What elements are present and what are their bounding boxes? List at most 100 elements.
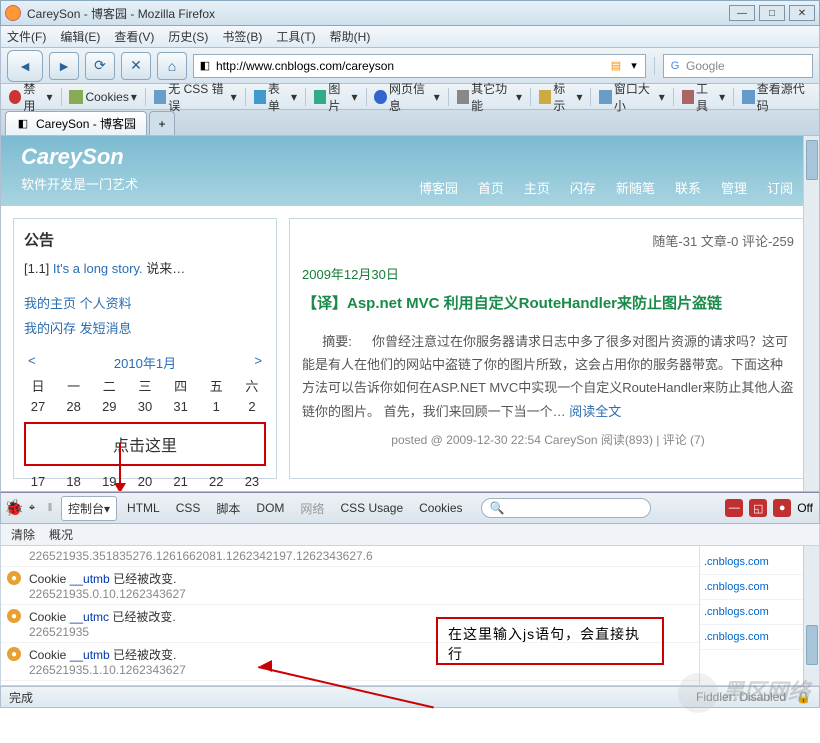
tb-resize[interactable]: 窗口大小▾ <box>595 78 668 116</box>
console-prompt[interactable]: >>> <box>1 681 701 685</box>
tab-html[interactable]: HTML <box>121 498 166 518</box>
tb-disable[interactable]: 禁用▾ <box>5 78 57 116</box>
firebug-toolbar: 🐞 ⌖ ‖ 控制台▾ HTML CSS 脚本 DOM 网络 CSS Usage … <box>0 492 820 524</box>
console-source-panel: .cnblogs.com .cnblogs.com .cnblogs.com .… <box>699 546 803 685</box>
tb-outline[interactable]: 标示▾ <box>535 78 587 116</box>
nav-item[interactable]: 联系 <box>675 178 701 197</box>
nav-item[interactable]: 博客园 <box>419 178 458 197</box>
menu-history[interactable]: 历史(S) <box>168 28 208 45</box>
tb-forms[interactable]: 表单▾ <box>250 78 302 116</box>
fb-clear[interactable]: 清除 <box>11 526 35 543</box>
nav-item[interactable]: 订阅 <box>767 178 793 197</box>
nav-item[interactable]: 主页 <box>524 178 550 197</box>
nav-item[interactable]: 闪存 <box>570 178 596 197</box>
page-icon: ◧ <box>198 59 212 73</box>
tb-cookies[interactable]: Cookies▾ <box>65 88 140 106</box>
url-bar[interactable]: ◧ http://www.cnblogs.com/careyson ▤ ▾ <box>193 54 646 78</box>
close-button[interactable]: ✕ <box>789 5 815 21</box>
console-value: 226521935.0.10.1262343627 <box>29 587 693 601</box>
summary-text: 你曾经注意过在你服务器请求日志中多了很多对图片资源的请求吗？这可能是有人在他们的… <box>302 334 793 419</box>
cal-day: 日 <box>24 376 52 395</box>
minimize-button[interactable]: — <box>729 5 755 21</box>
tb-images[interactable]: 图片▾ <box>310 78 362 116</box>
tb-css[interactable]: 无 CSS 错误▾ <box>150 78 241 116</box>
tab-console[interactable]: 控制台▾ <box>61 496 117 521</box>
announce-link[interactable]: It's a long story. <box>53 261 143 276</box>
announce-tag: [1.1] <box>24 261 49 276</box>
arrow-annotation-2 <box>258 666 434 668</box>
read-more[interactable]: 阅读全文 <box>569 404 621 419</box>
tab-label: CareySon - 博客园 <box>36 115 136 132</box>
fb-popout-button[interactable]: ◱ <box>749 499 767 517</box>
tb-misc[interactable]: 其它功能▾ <box>453 78 526 116</box>
menu-help[interactable]: 帮助(H) <box>330 28 371 45</box>
firebug-subbar: 清除 概况 <box>0 524 820 546</box>
fb-close-button[interactable]: ● <box>773 499 791 517</box>
cal-title: 2010年1月 <box>114 353 176 372</box>
cookie-icon: ● <box>7 571 21 585</box>
cal-day: 一 <box>60 376 88 395</box>
cal-next[interactable]: > <box>254 353 262 372</box>
rss-icon[interactable]: ▤ <box>609 59 623 73</box>
menu-edit[interactable]: 编辑(E) <box>60 28 100 45</box>
sb-msg[interactable]: 发短消息 <box>80 321 132 336</box>
firebug-icon[interactable]: 🐞 <box>7 501 21 515</box>
status-done: 完成 <box>9 689 33 706</box>
post-summary: 摘要:你曾经注意过在你服务器请求日志中多了很多对图片资源的请求吗？这可能是有人在… <box>302 330 794 424</box>
sb-ing[interactable]: 我的闪存 <box>24 321 76 336</box>
maximize-button[interactable]: □ <box>759 5 785 21</box>
source-domain[interactable]: .cnblogs.com <box>700 550 803 575</box>
menu-tools[interactable]: 工具(T) <box>276 28 315 45</box>
tab-add[interactable]: + <box>149 111 175 135</box>
fb-off[interactable]: Off <box>797 501 813 515</box>
menu-view[interactable]: 查看(V) <box>114 28 154 45</box>
source-domain[interactable]: .cnblogs.com <box>700 625 803 650</box>
sb-homepage[interactable]: 我的主页 <box>24 296 76 311</box>
cal-day: 二 <box>95 376 123 395</box>
tab-cookies[interactable]: Cookies <box>413 498 468 518</box>
stop-button[interactable]: ✕ <box>121 52 151 80</box>
tab-css[interactable]: CSS <box>170 498 207 518</box>
reload-button[interactable]: ⟳ <box>85 52 115 80</box>
console-row: 226521935.351835276.1261662081.126234219… <box>1 546 701 567</box>
source-domain[interactable]: .cnblogs.com <box>700 575 803 600</box>
post-title[interactable]: 【译】Asp.net MVC 利用自定义RouteHandler来防止图片盗链 <box>302 293 794 316</box>
firefox-icon <box>5 5 21 21</box>
tb-info[interactable]: 网页信息▾ <box>370 78 443 116</box>
callout-text: 在这里输入js语句，会直接执行 <box>448 626 640 662</box>
sb-profile[interactable]: 个人资料 <box>80 296 132 311</box>
announce-more: 说来… <box>146 261 185 276</box>
callout-text: 点击这里 <box>113 438 177 455</box>
tab-cssusage[interactable]: CSS Usage <box>334 498 409 518</box>
nav-item[interactable]: 首页 <box>478 178 504 197</box>
menu-file[interactable]: 文件(F) <box>7 28 46 45</box>
cal-day: 六 <box>238 376 266 395</box>
cookie-icon: ● <box>7 647 21 661</box>
dropdown-icon[interactable]: ▾ <box>627 59 641 73</box>
page-scrollbar[interactable] <box>803 136 819 491</box>
fb-min-button[interactable]: — <box>725 499 743 517</box>
search-placeholder: Google <box>686 59 725 73</box>
tb-tools[interactable]: 工具▾ <box>678 78 730 116</box>
pause-icon[interactable]: ‖ <box>43 501 57 515</box>
page-favicon: ◧ <box>16 117 30 131</box>
tab-net[interactable]: 网络 <box>294 497 330 520</box>
firebug-search[interactable]: 🔍 <box>481 498 651 518</box>
home-button[interactable]: ⌂ <box>157 52 187 80</box>
cal-prev[interactable]: < <box>28 353 36 372</box>
nav-item[interactable]: 管理 <box>721 178 747 197</box>
tab-active[interactable]: ◧ CareySon - 博客园 <box>5 111 147 135</box>
forward-button[interactable]: ► <box>49 52 79 80</box>
tb-source[interactable]: 查看源代码 <box>738 78 815 116</box>
source-domain[interactable]: .cnblogs.com <box>700 600 803 625</box>
announce-heading: 公告 <box>24 229 266 250</box>
blog-header: CareySon 软件开发是一门艺术 博客园 首页 主页 闪存 新随笔 联系 管… <box>1 136 819 206</box>
tab-dom[interactable]: DOM <box>250 498 290 518</box>
console-scrollbar[interactable] <box>803 546 819 685</box>
search-box[interactable]: G Google <box>663 54 813 78</box>
menu-bookmarks[interactable]: 书签(B) <box>222 28 262 45</box>
fb-profile[interactable]: 概况 <box>49 526 73 543</box>
inspect-icon[interactable]: ⌖ <box>25 501 39 515</box>
nav-item[interactable]: 新随笔 <box>616 178 655 197</box>
tab-script[interactable]: 脚本 <box>210 497 246 520</box>
